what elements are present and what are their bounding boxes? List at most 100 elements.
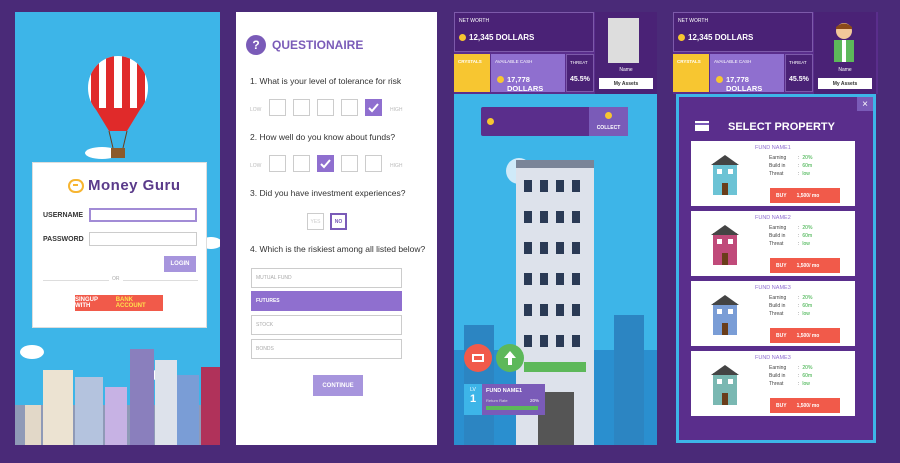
scale-high-label: HIGH (390, 163, 403, 169)
buy-button[interactable]: BUY 1,500/ mo (770, 398, 840, 413)
fund-sub: Return Rate (486, 398, 508, 403)
checkmark-icon (368, 103, 379, 113)
earning-row: Earning:20% (769, 295, 813, 301)
my-assets-button[interactable]: My Assets (599, 78, 653, 89)
net-worth-label: NET WORTH (678, 18, 709, 24)
stats-header: NET WORTH 12,345 DOLLARS CRYSTALS AVAILA… (673, 12, 878, 94)
signup-prefix: SINGUP WITH (75, 297, 98, 309)
fund-name: FUND NAME1 (486, 388, 523, 394)
build-row: Build in:60m (769, 233, 813, 239)
checkmark-icon (320, 159, 331, 169)
risk-rating-3[interactable] (317, 99, 334, 116)
username-label: USERNAME (43, 212, 84, 219)
net-worth-value: 12,345 DOLLARS (688, 33, 754, 42)
net-worth-label: NET WORTH (459, 18, 490, 24)
threat-row: Threat: low (769, 171, 810, 177)
property-card[interactable]: FUND NAME3 Earning:20% Build in:60m Thre… (691, 281, 855, 346)
threat-label: THREAT (570, 60, 588, 65)
pause-icon (472, 354, 484, 362)
option-futures[interactable]: FUTURES (251, 291, 402, 311)
coin-icon (487, 118, 494, 125)
tower-window (572, 242, 580, 254)
tower-window (540, 211, 548, 223)
card-icon (695, 121, 709, 131)
crystals-label: CRYSTALS (677, 59, 701, 64)
option-mutual-fund[interactable]: MUTUAL FUND (251, 268, 402, 288)
earning-row: Earning:20% (769, 225, 813, 231)
password-input[interactable] (89, 232, 197, 246)
login-button[interactable]: LOGIN (164, 256, 196, 272)
fund-knowledge-4[interactable] (341, 155, 358, 172)
scale-low-label: LOW (250, 163, 262, 169)
net-worth-box: NET WORTH 12,345 DOLLARS (673, 12, 813, 52)
my-assets-button[interactable]: My Assets (818, 78, 872, 89)
fund-knowledge-2[interactable] (293, 155, 310, 172)
coin-icon (459, 34, 466, 41)
building (130, 349, 154, 445)
risk-rating-5[interactable] (365, 99, 382, 116)
buy-button[interactable]: BUY 1,500/ mo (770, 258, 840, 273)
build-row: Build in:60m (769, 373, 813, 379)
risk-rating-1[interactable] (269, 99, 286, 116)
tower-roof (516, 160, 594, 168)
profile-name: Name (838, 67, 852, 73)
option-bonds[interactable]: BONDS (251, 339, 402, 359)
risk-rating-4[interactable] (341, 99, 358, 116)
tower-window (572, 211, 580, 223)
tower-window (540, 273, 548, 285)
question-2: 2. How well do you know about funds? (250, 132, 396, 142)
fund-knowledge-5[interactable] (365, 155, 382, 172)
brand-logo: Money Guru (68, 177, 181, 194)
question-4: 4. Which is the riskiest among all liste… (250, 244, 426, 254)
net-worth-box: NET WORTH 12,345 DOLLARS (454, 12, 594, 52)
option-stock[interactable]: STOCK (251, 315, 402, 335)
net-worth-value: 12,345 DOLLARS (469, 33, 535, 42)
threat-label: THREAT (789, 60, 807, 65)
no-option[interactable]: NO (330, 213, 347, 230)
login-card: Money Guru USERNAME PASSWORD LOGIN OR SI… (32, 162, 207, 328)
crystals-label: CRYSTALS (458, 59, 482, 64)
earning-row: Earning:20% (769, 365, 813, 371)
modal-title: SELECT PROPERTY (728, 121, 835, 133)
profile-name: Name (619, 67, 633, 73)
upgrade-button[interactable] (496, 344, 524, 372)
level-badge: LV 1 (464, 384, 482, 415)
fund-info-panel[interactable]: LV 1 FUND NAME1 Return Rate 20% (464, 384, 545, 415)
fund-knowledge-1[interactable] (269, 155, 286, 172)
page-title: QUESTIONAIRE (272, 38, 364, 52)
fund-name: FUND NAME3 (755, 285, 791, 291)
questionnaire-header: ? QUESTIONAIRE (246, 35, 363, 55)
tower-window (540, 335, 548, 347)
fund-name: FUND NAME1 (755, 145, 791, 151)
continue-button[interactable]: CONTINUE (313, 375, 363, 396)
coin-icon (716, 76, 723, 83)
select-property-screen: NET WORTH 12,345 DOLLARS CRYSTALS AVAILA… (673, 12, 878, 445)
profile-box: Name My Assets (595, 12, 657, 94)
username-input[interactable] (89, 208, 197, 222)
tower-window (524, 304, 532, 316)
threat-row: Threat: low (769, 241, 810, 247)
scale-low-label: LOW (250, 107, 262, 113)
yes-option[interactable]: YES (307, 213, 324, 230)
available-cash-box: AVAILABLE CASH 17,778 DOLLARS (491, 54, 565, 93)
buy-button[interactable]: BUY 1,500/ mo (770, 188, 840, 203)
fund-knowledge-3[interactable] (317, 155, 334, 172)
risk-rating-2[interactable] (293, 99, 310, 116)
avatar-placeholder (608, 18, 639, 63)
tower-window (556, 211, 564, 223)
available-cash-value: 17,778 DOLLARS (507, 75, 544, 93)
tower-window (572, 180, 580, 192)
stop-button[interactable] (464, 344, 492, 372)
property-card[interactable]: FUND NAME1 Earning:20% Build in:60m Thre… (691, 141, 855, 206)
threat-value: 45.5% (789, 76, 809, 83)
fund-name: FUND NAME2 (755, 215, 791, 221)
signup-bank-button[interactable]: SINGUP WITH BANK ACCOUNT (75, 295, 163, 311)
property-card[interactable]: FUND NAME2 Earning:20% Build in:60m Thre… (691, 211, 855, 276)
close-button[interactable]: × (857, 97, 873, 111)
build-row: Build in:60m (769, 303, 813, 309)
collect-button[interactable]: COLLECT (589, 107, 628, 136)
buy-button[interactable]: BUY 1,500/ mo (770, 328, 840, 343)
questionnaire-screen: ? QUESTIONAIRE 1. What is your level of … (236, 12, 437, 445)
profile-box: Name My Assets (814, 12, 876, 94)
property-card[interactable]: FUND NAME3 Earning:20% Build in:60m Thre… (691, 351, 855, 416)
